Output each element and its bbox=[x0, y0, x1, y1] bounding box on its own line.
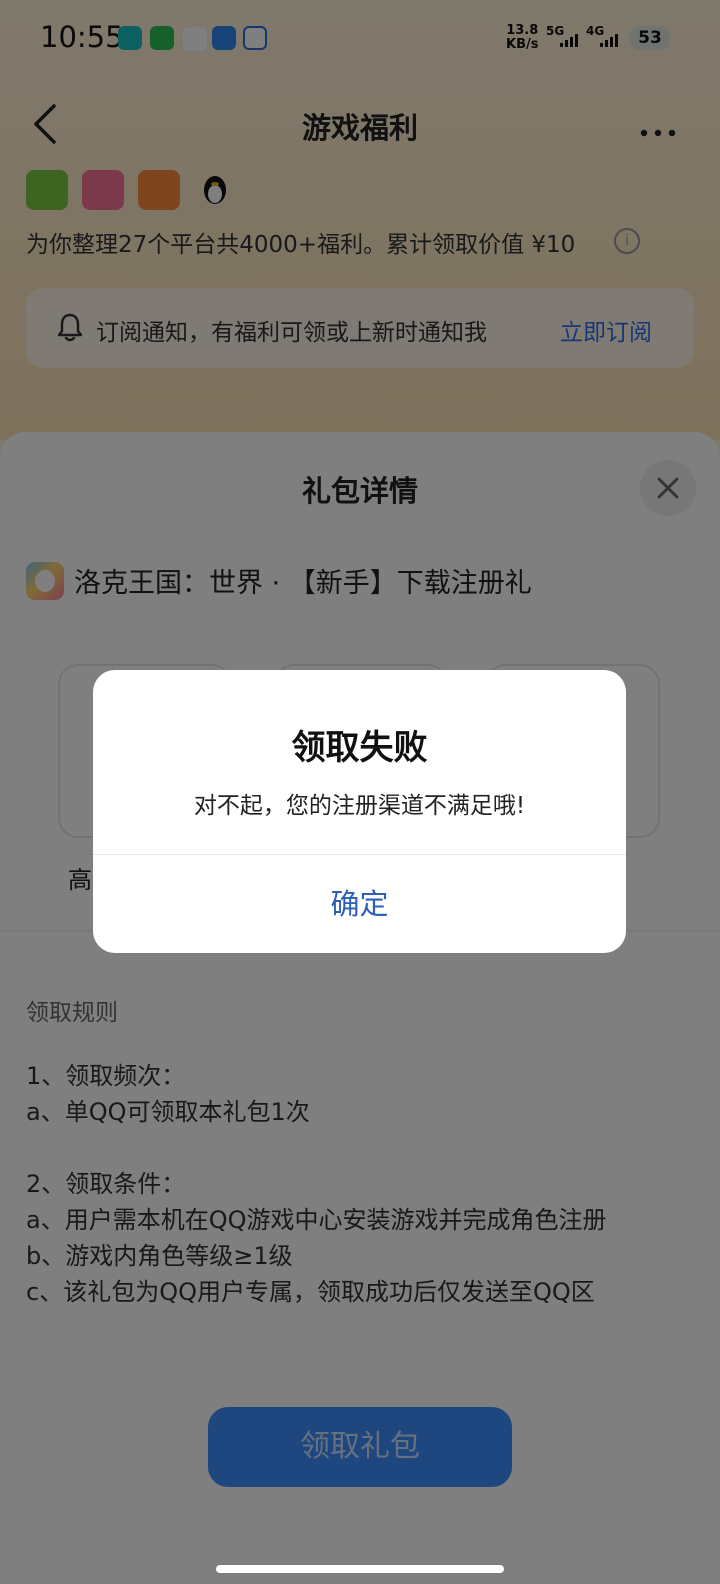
error-dialog: 领取失败 对不起，您的注册渠道不满足哦! 确定 bbox=[93, 670, 626, 953]
home-indicator[interactable] bbox=[216, 1565, 504, 1573]
dialog-title: 领取失败 bbox=[291, 728, 428, 768]
confirm-button[interactable]: 确定 bbox=[93, 855, 626, 953]
dialog-message: 对不起，您的注册渠道不满足哦! bbox=[193, 793, 526, 819]
